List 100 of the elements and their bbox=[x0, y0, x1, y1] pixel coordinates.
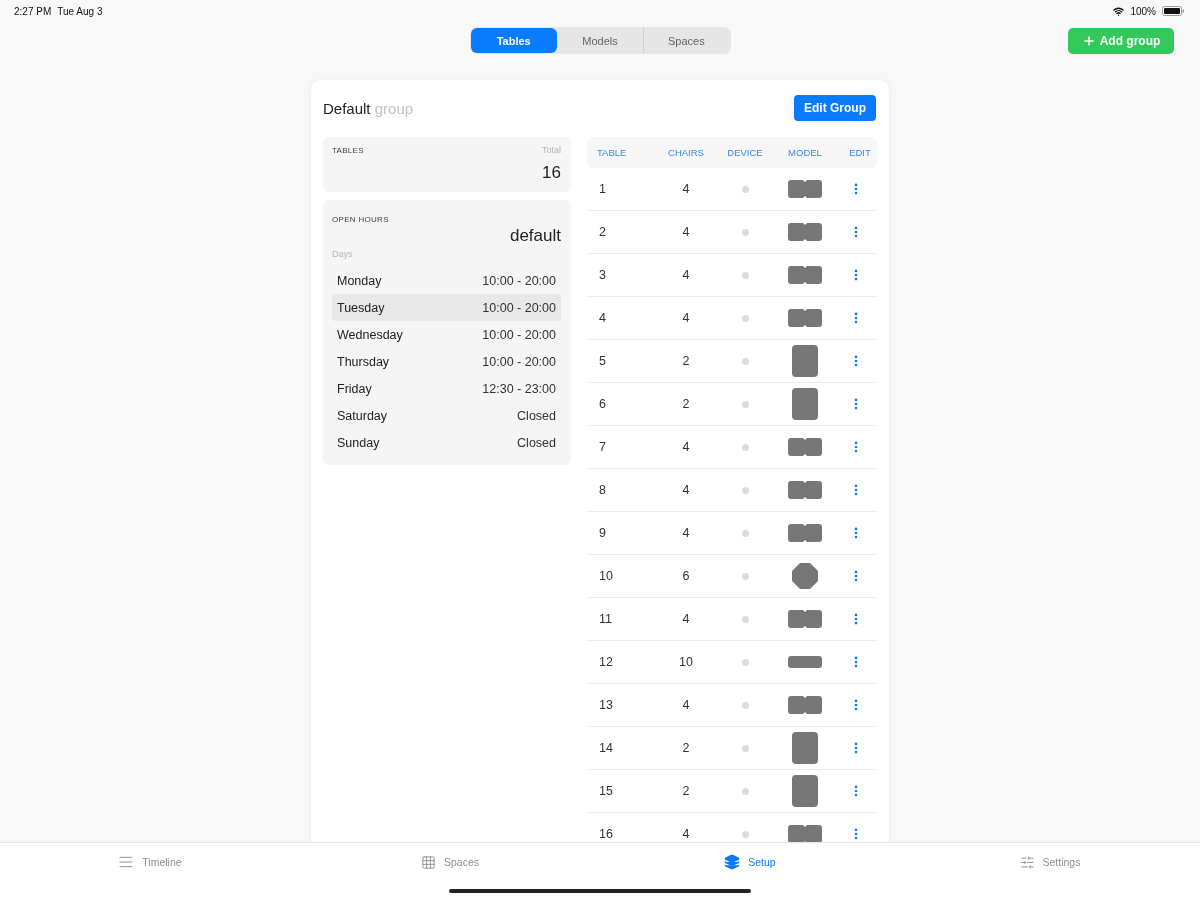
chairs-cell: 4 bbox=[682, 612, 690, 626]
status-dot-icon bbox=[741, 357, 749, 365]
status-dot-icon bbox=[741, 271, 749, 279]
chairs-cell: 10 bbox=[679, 655, 693, 669]
days-label: Days bbox=[332, 249, 354, 259]
chairs-cell: 4 bbox=[682, 225, 690, 239]
status-dot-icon bbox=[741, 400, 749, 408]
menu-icon bbox=[118, 854, 135, 870]
day-row[interactable]: Tuesday 10:00 - 20:00 bbox=[332, 294, 561, 321]
table-number-cell-text: 2 bbox=[598, 225, 606, 239]
table-shape-icon bbox=[792, 563, 818, 589]
day-name: Monday bbox=[337, 273, 382, 288]
chairs-cell: 4 bbox=[682, 311, 690, 325]
table-number-cell-text: 15 bbox=[598, 784, 613, 798]
layers-icon bbox=[724, 854, 741, 870]
tab-bar-item[interactable]: Timeline bbox=[112, 853, 188, 871]
day-hours: 10:00 - 20:00 bbox=[482, 354, 556, 369]
status-dot-icon bbox=[741, 701, 749, 709]
table-shape-icon bbox=[788, 481, 822, 499]
edit-group-button[interactable]: Edit Group bbox=[794, 95, 876, 121]
day-hours: 12:30 - 23:00 bbox=[482, 381, 556, 396]
day-name: Friday bbox=[337, 381, 372, 396]
day-row[interactable]: Thursday 10:00 - 20:00 bbox=[332, 348, 561, 375]
chairs-cell: 2 bbox=[682, 354, 690, 368]
total-value: 16 bbox=[541, 163, 561, 183]
battery-icon bbox=[1162, 6, 1184, 16]
chairs-cell: 4 bbox=[682, 182, 690, 196]
status-dot-icon bbox=[741, 486, 749, 494]
table-shape-icon bbox=[788, 180, 822, 198]
chairs-cell: 2 bbox=[682, 741, 690, 755]
sliders-icon bbox=[1019, 854, 1035, 870]
table-shape-icon bbox=[792, 388, 818, 420]
column-header: DEVICE bbox=[727, 147, 763, 158]
day-row[interactable]: Wednesday 10:00 - 20:00 bbox=[332, 321, 561, 348]
day-name: Saturday bbox=[337, 408, 388, 423]
status-dot-icon bbox=[741, 185, 749, 193]
table-shape-icon bbox=[788, 825, 822, 842]
status-dot-icon bbox=[741, 744, 749, 752]
total-label: Total bbox=[542, 145, 561, 155]
day-name: Wednesday bbox=[337, 327, 403, 342]
tab-bar-item[interactable]: Spaces bbox=[415, 853, 485, 871]
chairs-cell: 4 bbox=[682, 698, 690, 712]
day-row[interactable]: Saturday Closed bbox=[332, 402, 561, 429]
status-dot-icon bbox=[741, 830, 749, 838]
status-dot-icon bbox=[741, 443, 749, 451]
day-row[interactable]: Friday 12:30 - 23:00 bbox=[332, 375, 561, 402]
chairs-cell: 4 bbox=[682, 483, 690, 497]
table-number-cell-text: 5 bbox=[598, 354, 606, 368]
status-time: 2:27 PM bbox=[14, 5, 52, 17]
column-header: TABLE bbox=[596, 147, 627, 158]
segment-tab[interactable]: Spaces bbox=[643, 28, 730, 53]
chairs-cell: 4 bbox=[682, 526, 690, 540]
table-number-cell-text: 13 bbox=[598, 698, 613, 712]
grid-icon bbox=[421, 854, 436, 870]
status-date: Tue Aug 3 bbox=[57, 5, 103, 17]
tab-bar-item[interactable]: Setup bbox=[718, 853, 782, 871]
segment-tab[interactable]: Tables bbox=[470, 28, 557, 53]
status-dot-icon bbox=[741, 529, 749, 537]
table-number-cell-text: 12 bbox=[598, 655, 613, 669]
chairs-cell: 4 bbox=[682, 440, 690, 454]
segment-tab[interactable]: Models bbox=[556, 28, 644, 53]
table-number-cell-text: 6 bbox=[598, 397, 606, 411]
table-shape-icon bbox=[788, 223, 822, 241]
table-shape-icon bbox=[788, 696, 822, 714]
day-row[interactable]: Monday 10:00 - 20:00 bbox=[332, 267, 561, 294]
day-hours: 10:00 - 20:00 bbox=[482, 273, 556, 288]
table-shape-icon bbox=[792, 345, 818, 377]
chairs-cell: 4 bbox=[682, 827, 690, 841]
day-name: Thursday bbox=[337, 354, 390, 369]
status-dot-icon bbox=[741, 572, 749, 580]
column-header: MODEL bbox=[788, 147, 822, 158]
table-shape-icon bbox=[788, 524, 822, 542]
wifi-icon bbox=[1113, 5, 1125, 17]
panel-caption: TABLES bbox=[332, 145, 364, 155]
chairs-cell: 4 bbox=[682, 268, 690, 282]
table-number-cell-text: 11 bbox=[598, 612, 612, 626]
table-number-cell-text: 14 bbox=[598, 741, 613, 755]
table-number-cell-text: 8 bbox=[598, 483, 606, 497]
table-shape-icon bbox=[792, 775, 818, 807]
day-name: Tuesday bbox=[337, 300, 385, 315]
day-name: Sunday bbox=[337, 435, 380, 450]
panel-caption: OPEN HOURS bbox=[332, 215, 389, 224]
table-shape-icon bbox=[792, 732, 818, 764]
table-number-cell-text: 16 bbox=[598, 827, 613, 841]
table-shape-icon bbox=[788, 266, 822, 284]
table-shape-icon bbox=[788, 438, 822, 456]
status-dot-icon bbox=[741, 615, 749, 623]
table-shape-icon bbox=[788, 309, 822, 327]
status-dot-icon bbox=[741, 314, 749, 322]
table-shape-icon bbox=[788, 656, 822, 668]
table-number-cell-text: 3 bbox=[598, 268, 606, 282]
table-shape-icon bbox=[788, 610, 822, 628]
table-number-cell-text: 10 bbox=[598, 569, 613, 583]
table-number-cell-text: 4 bbox=[598, 311, 606, 325]
status-dot-icon bbox=[741, 228, 749, 236]
day-row[interactable]: Sunday Closed bbox=[332, 429, 561, 456]
group-title: Default group bbox=[323, 99, 414, 117]
chairs-cell: 2 bbox=[682, 397, 690, 411]
tab-bar-item[interactable]: Settings bbox=[1013, 853, 1087, 871]
status-dot-icon bbox=[741, 658, 749, 666]
